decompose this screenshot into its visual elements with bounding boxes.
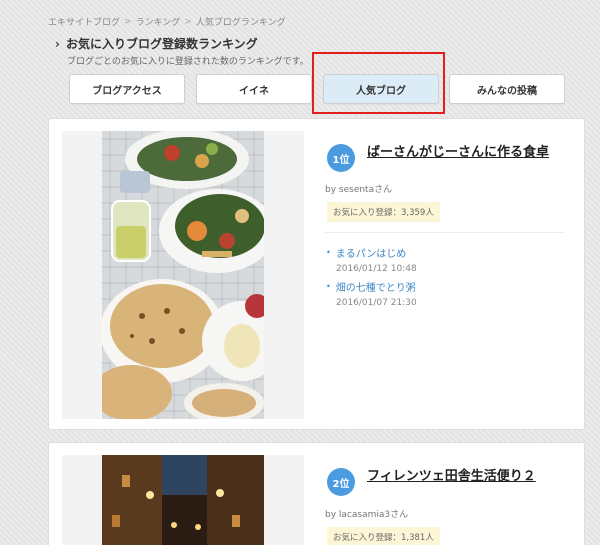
chevron-right-icon: > [184, 16, 192, 27]
favorites-count-badge: お気に入り登録：3,359人 [327, 202, 440, 222]
divider [325, 232, 565, 233]
bullet-icon: • [326, 282, 331, 291]
tab-iine[interactable]: イイネ [196, 74, 312, 104]
recent-post: • 畑の七種でとり粥 2016/01/07 21:30 [326, 279, 417, 308]
ranking-card-1: 1位 ばーさんがじーさんに作る食卓 by sesentaさん お気に入り登録：3… [48, 118, 585, 430]
post-date: 2016/01/12 10:48 [336, 264, 417, 274]
rank-badge: 2位 [327, 468, 355, 496]
page-subtitle: ブログごとのお気に入りに登録された数のランキングです。 [67, 57, 309, 67]
chevron-right-icon: › [55, 36, 60, 51]
rank-badge: 1位 [327, 144, 355, 172]
blog-title-link[interactable]: ばーさんがじーさんに作る食卓 [367, 141, 549, 160]
food-photo[interactable] [102, 131, 264, 419]
blog-title-link[interactable]: フィレンツェ田舎生活便り２ [367, 465, 536, 484]
breadcrumb-item-excite-blog[interactable]: エキサイトブログ [48, 15, 120, 28]
blog-thumbnail-frame[interactable] [62, 455, 304, 545]
highlight-box [312, 52, 445, 114]
section-heading: › お気に入りブログ登録数ランキング [55, 35, 258, 52]
recent-post: • まるパンはじめ 2016/01/12 10:48 [326, 245, 417, 274]
post-title[interactable]: 畑の七種でとり粥 [336, 279, 416, 294]
breadcrumb: エキサイトブログ > ランキング > 人気ブログランキング [48, 15, 286, 29]
breadcrumb-item-popular-ranking: 人気ブログランキング [195, 18, 286, 28]
ranking-card-2: 2位 フィレンツェ田舎生活便り２ by lacasamia3さん お気に入り登録… [48, 442, 585, 545]
blog-author[interactable]: by lacasamia3さん [325, 507, 408, 520]
blog-author[interactable]: by sesentaさん [325, 182, 392, 195]
post-title[interactable]: まるパンはじめ [336, 245, 407, 260]
favorites-count-badge: お気に入り登録：1,381人 [327, 527, 440, 545]
blog-thumbnail-frame[interactable] [62, 131, 304, 419]
tab-everyone-posts[interactable]: みんなの投稿 [449, 74, 565, 104]
page-title: お気に入りブログ登録数ランキング [65, 37, 258, 51]
post-date: 2016/01/07 21:30 [336, 298, 417, 308]
tab-blog-access[interactable]: ブログアクセス [69, 74, 185, 104]
breadcrumb-item-ranking[interactable]: ランキング [136, 15, 181, 28]
street-photo[interactable] [102, 455, 264, 545]
chevron-right-icon: > [124, 16, 132, 27]
bullet-icon: • [326, 248, 331, 257]
post-link[interactable]: • 畑の七種でとり粥 [326, 279, 417, 294]
post-link[interactable]: • まるパンはじめ [326, 245, 417, 260]
